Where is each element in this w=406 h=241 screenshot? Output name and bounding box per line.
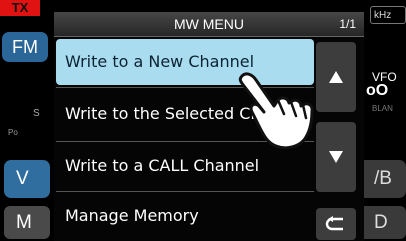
menu-divider bbox=[56, 191, 314, 192]
menu-title: MW MENU bbox=[174, 16, 244, 32]
triangle-up-icon bbox=[329, 71, 343, 83]
triangle-down-icon bbox=[329, 151, 343, 163]
menu-header: MW MENU 1/1 bbox=[54, 12, 364, 37]
vfo-mode-button[interactable]: V bbox=[4, 160, 50, 198]
back-button[interactable] bbox=[316, 208, 356, 240]
menu-item-manage-memory[interactable]: Manage Memory bbox=[56, 193, 314, 239]
po-meter-label: Po bbox=[8, 128, 18, 137]
s-meter-label: S bbox=[33, 108, 40, 119]
blank-label: BLAN bbox=[372, 104, 393, 113]
tx-indicator: TX bbox=[0, 0, 40, 16]
menu-item-label: Write to a CALL Channel bbox=[65, 156, 260, 175]
mw-menu-dialog: MW MENU 1/1 Write to a New Channel Write… bbox=[54, 12, 364, 241]
return-arrow-icon bbox=[325, 216, 343, 231]
pointing-hand-icon bbox=[238, 72, 314, 150]
khz-indicator: kHz bbox=[370, 6, 406, 24]
mode-button[interactable]: FM bbox=[2, 32, 48, 62]
menu-item-label: Write to a New Channel bbox=[65, 52, 255, 71]
menu-button[interactable]: M bbox=[4, 206, 50, 239]
page-indicator: 1/1 bbox=[339, 17, 356, 31]
frequency-readout: oO bbox=[366, 82, 389, 99]
menu-item-label: Manage Memory bbox=[65, 206, 199, 225]
